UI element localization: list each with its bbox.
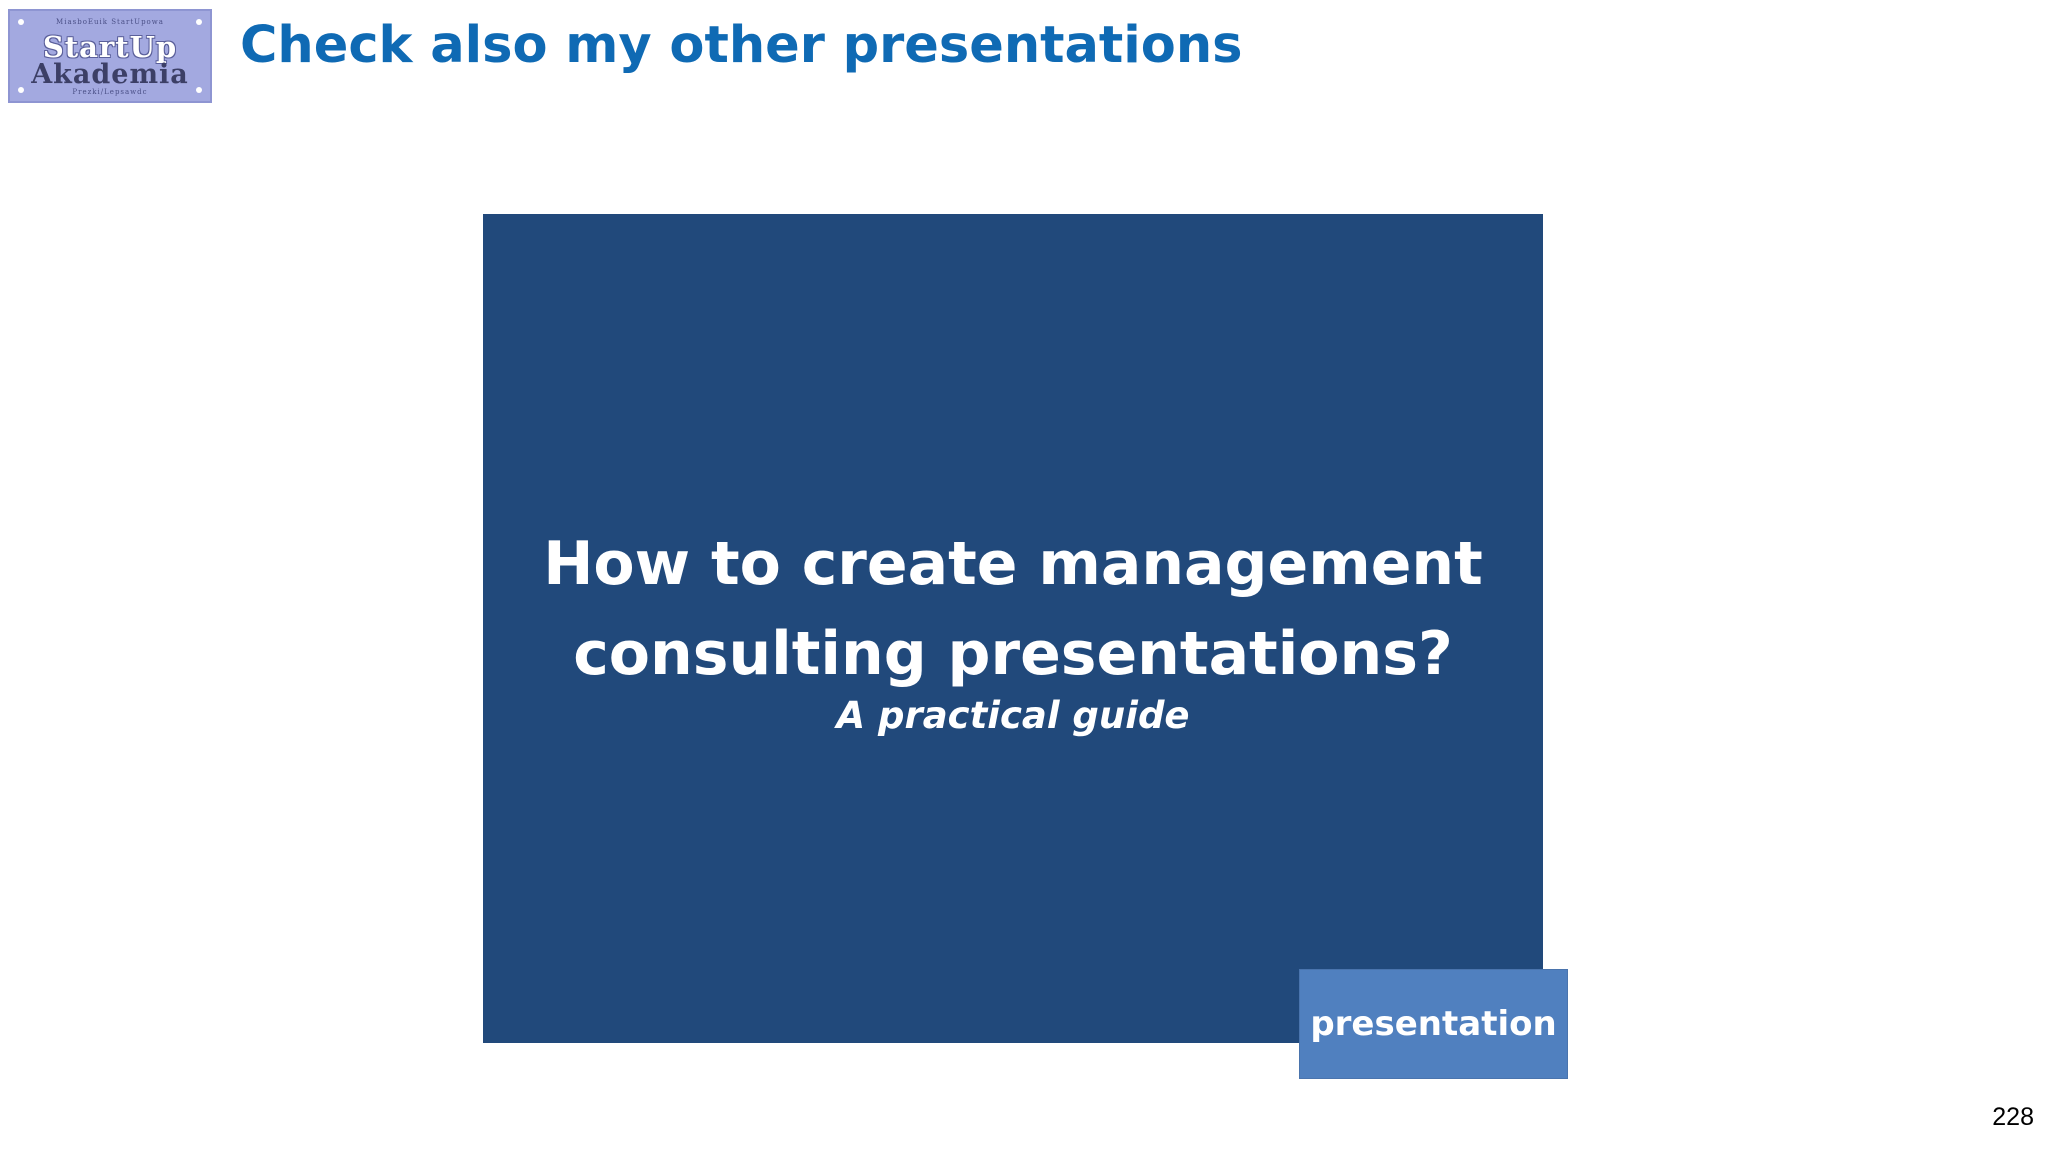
presentation-link-button[interactable]: presentation	[1299, 969, 1568, 1079]
thumbnail-subtitle: A practical guide	[836, 694, 1190, 737]
thumbnail-title: How to create management consulting pres…	[483, 519, 1543, 699]
logo-bottom-line: Prezki/Lepsawdc	[72, 88, 148, 96]
thumbnail-title-line-2: consulting presentations?	[573, 619, 1453, 689]
page-title: Check also my other presentations	[240, 16, 1243, 75]
logo-top-line: MiasboEuik StartUpowa	[56, 18, 164, 26]
thumbnail-title-line-1: How to create management	[543, 529, 1483, 599]
logo-word-startup: StartUp	[42, 30, 178, 64]
presentation-thumbnail[interactable]: How to create management consulting pres…	[483, 214, 1543, 1043]
startup-akademia-logo: MiasboEuik StartUpowa StartUp Akademia P…	[8, 9, 212, 103]
logo-word-akademia: Akademia	[31, 59, 189, 90]
page-number: 228	[1992, 1103, 2034, 1131]
